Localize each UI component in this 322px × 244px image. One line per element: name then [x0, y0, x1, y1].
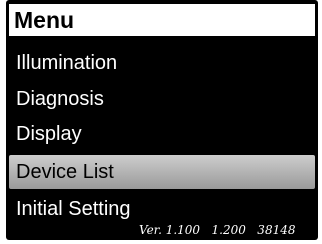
menu-item-device-list[interactable]: Device List: [9, 155, 315, 189]
menu-item-initial-setting[interactable]: Initial Setting: [9, 193, 315, 225]
menu-item-diagnosis[interactable]: Diagnosis: [9, 83, 315, 115]
menu-title: Menu: [9, 4, 315, 36]
version-info: Ver. 1.100 1.200 38148: [139, 223, 296, 237]
menu-screen: Menu Illumination Diagnosis Display Devi…: [6, 0, 318, 240]
menu-item-display[interactable]: Display: [9, 118, 315, 150]
menu-item-illumination[interactable]: Illumination: [9, 47, 315, 79]
